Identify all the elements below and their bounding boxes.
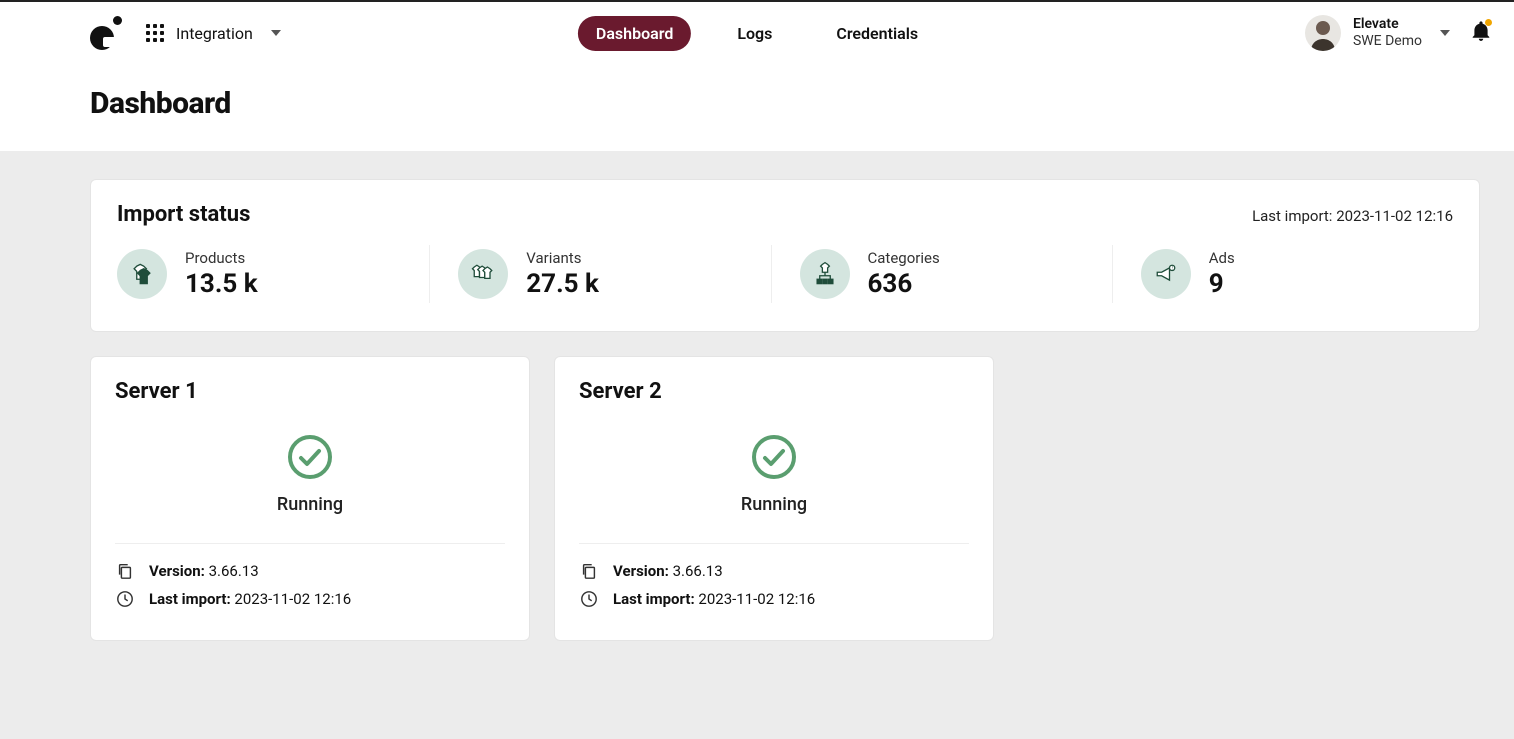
import-status-card: Import status Last import: 2023-11-02 12… — [90, 179, 1480, 332]
server-1-title: Server 1 — [115, 379, 505, 404]
clock-icon — [579, 590, 599, 608]
divider — [579, 543, 969, 544]
page-title: Dashboard — [90, 86, 1514, 121]
server-1-last-import-row: Last import: 2023-11-02 12:16 — [115, 590, 505, 608]
stat-ads: ! Ads 9 — [1112, 245, 1453, 303]
servers-row: Server 1 Running Version: 3.66.13 Last i… — [90, 356, 1480, 641]
import-status-last-import: Last import: 2023-11-02 12:16 — [1252, 207, 1453, 225]
user-line1: Elevate — [1353, 16, 1422, 33]
check-circle-icon — [287, 434, 333, 480]
apps-grid-icon — [146, 24, 164, 42]
stat-products: Products 13.5 k — [117, 245, 429, 303]
server-2-last-import-value: 2023-11-02 12:16 — [698, 590, 815, 608]
server-2-status: Running — [579, 434, 969, 515]
nav-credentials[interactable]: Credentials — [818, 16, 936, 51]
svg-text:!: ! — [1171, 267, 1172, 272]
import-status-title: Import status — [117, 202, 250, 227]
top-bar: Integration Dashboard Logs Credentials E… — [0, 0, 1514, 64]
server-1-status-label: Running — [277, 494, 343, 515]
stat-ads-value: 9 — [1209, 269, 1235, 299]
variants-icon — [458, 249, 508, 299]
server-1-version-value: 3.66.13 — [209, 562, 259, 580]
stat-categories: Categories 636 — [771, 245, 1112, 303]
server-2-status-label: Running — [741, 494, 807, 515]
check-circle-icon — [751, 434, 797, 480]
stat-categories-value: 636 — [868, 269, 940, 299]
clock-icon — [115, 590, 135, 608]
last-import-value: 2023-11-02 12:16 — [1336, 207, 1453, 225]
copy-icon — [115, 562, 135, 580]
server-1-last-import-value: 2023-11-02 12:16 — [234, 590, 351, 608]
stat-variants-label: Variants — [526, 249, 599, 267]
nav-logs[interactable]: Logs — [719, 16, 790, 51]
last-import-label: Last import: — [1252, 207, 1332, 225]
stat-variants-value: 27.5 k — [526, 269, 599, 299]
nav-dashboard[interactable]: Dashboard — [578, 16, 691, 51]
server-2-last-import-row: Last import: 2023-11-02 12:16 — [579, 590, 969, 608]
notifications-button[interactable] — [1472, 21, 1490, 45]
copy-icon — [579, 562, 599, 580]
server-2-version-label: Version: — [613, 562, 669, 580]
avatar — [1305, 15, 1341, 51]
top-bar-left: Integration — [90, 16, 281, 50]
notification-dot-icon — [1485, 19, 1492, 26]
ads-icon: ! — [1141, 249, 1191, 299]
content-area: Import status Last import: 2023-11-02 12… — [0, 151, 1514, 739]
server-card-2: Server 2 Running Version: 3.66.13 Last i… — [554, 356, 994, 641]
divider — [115, 543, 505, 544]
user-line2: SWE Demo — [1353, 33, 1422, 50]
chevron-down-icon — [271, 30, 281, 36]
server-1-last-import-label: Last import: — [149, 590, 231, 608]
app-switcher[interactable]: Integration — [146, 24, 281, 43]
server-2-last-import-label: Last import: — [613, 590, 695, 608]
server-1-version-label: Version: — [149, 562, 205, 580]
page-header: Dashboard — [0, 64, 1514, 151]
stat-ads-label: Ads — [1209, 249, 1235, 267]
app-name: Integration — [176, 24, 253, 43]
server-2-version-value: 3.66.13 — [673, 562, 723, 580]
user-text: Elevate SWE Demo — [1353, 16, 1422, 50]
user-menu[interactable]: Elevate SWE Demo — [1305, 15, 1450, 51]
server-1-status: Running — [115, 434, 505, 515]
stat-categories-label: Categories — [868, 249, 940, 267]
server-2-title: Server 2 — [579, 379, 969, 404]
stat-products-label: Products — [185, 249, 258, 267]
products-icon — [117, 249, 167, 299]
import-stats: Products 13.5 k Variants 27.5 k Cate — [117, 245, 1453, 303]
top-nav: Dashboard Logs Credentials — [578, 16, 936, 51]
stat-products-value: 13.5 k — [185, 269, 258, 299]
stat-variants: Variants 27.5 k — [429, 245, 770, 303]
brand-logo[interactable] — [90, 16, 124, 50]
top-bar-right: Elevate SWE Demo — [1305, 15, 1490, 51]
server-1-version-row: Version: 3.66.13 — [115, 562, 505, 580]
server-card-1: Server 1 Running Version: 3.66.13 Last i… — [90, 356, 530, 641]
categories-icon — [800, 249, 850, 299]
server-2-version-row: Version: 3.66.13 — [579, 562, 969, 580]
chevron-down-icon — [1440, 30, 1450, 36]
